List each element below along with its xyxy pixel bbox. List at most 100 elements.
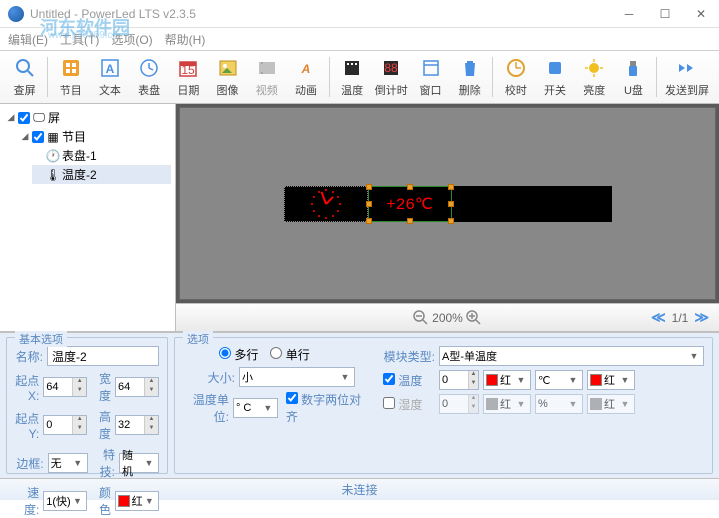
- speed-combo[interactable]: 1(快)▼: [43, 491, 87, 511]
- canvas-area: +26℃ 200% ≪ 1/1 ≫: [176, 104, 719, 331]
- temp-color2-combo[interactable]: 红▼: [587, 370, 635, 390]
- humid-unit-combo[interactable]: %▼: [535, 394, 583, 414]
- video-button[interactable]: 视频: [248, 52, 285, 102]
- find-screen-button[interactable]: 查屏: [6, 52, 43, 102]
- zoom-in-button[interactable]: [465, 309, 483, 327]
- send-button[interactable]: 发送到屏: [661, 52, 713, 102]
- effect-combo[interactable]: 随机▼: [119, 453, 159, 473]
- switch-icon: [543, 56, 567, 80]
- titlebar: Untitled - PowerLed LTS v2.3.5 河东软件园 www…: [0, 0, 719, 28]
- connection-status: 未连接: [341, 481, 377, 498]
- temp-value: +26℃: [386, 194, 433, 214]
- image-button[interactable]: 图像: [209, 52, 246, 102]
- temperature-button[interactable]: 温度: [334, 52, 371, 102]
- trash-icon: [458, 56, 482, 80]
- magnifier-icon: [13, 56, 37, 80]
- usb-icon: [621, 56, 645, 80]
- svg-text:15: 15: [182, 63, 196, 77]
- root-checkbox[interactable]: [18, 112, 30, 124]
- expander-icon[interactable]: ◢: [6, 113, 16, 123]
- watermark-url: www.pc0359.cn: [48, 30, 118, 41]
- countdown-button[interactable]: 88倒计时: [373, 52, 410, 102]
- send-icon: [675, 56, 699, 80]
- analog-clock-icon: [311, 189, 341, 219]
- properties-panel: 基本选项 名称: 起点X: ▲▼ 宽度 ▲▼ 起点Y: ▲▼ 高度 ▲▼ 边框:…: [0, 332, 719, 478]
- brightness-button[interactable]: 亮度: [576, 52, 613, 102]
- program-node-icon: ▦: [46, 131, 60, 143]
- tree-root[interactable]: ◢ 🖵 屏: [4, 108, 171, 127]
- tree-program[interactable]: ◢ ▦ 节目: [18, 127, 171, 146]
- multiline-radio[interactable]: 多行: [219, 346, 258, 363]
- app-logo-icon: [8, 6, 24, 22]
- video-icon: [255, 56, 279, 80]
- timing-icon: [504, 56, 528, 80]
- svg-text:88: 88: [385, 61, 399, 75]
- next-page-button[interactable]: ≫: [694, 309, 709, 326]
- delete-button[interactable]: 删除: [451, 52, 488, 102]
- svg-text:A: A: [301, 62, 311, 76]
- humid-color-combo[interactable]: 红▼: [483, 394, 531, 414]
- singleline-radio[interactable]: 单行: [270, 346, 309, 363]
- width-spinner[interactable]: ▲▼: [115, 377, 159, 397]
- animation-button[interactable]: A动画: [287, 52, 324, 102]
- minimize-button[interactable]: ─: [619, 4, 639, 24]
- startx-spinner[interactable]: ▲▼: [43, 377, 87, 397]
- humid-checkbox[interactable]: 湿度: [383, 396, 435, 413]
- temp-color-combo[interactable]: 红▼: [483, 370, 531, 390]
- humid-offset-spinner[interactable]: ▲▼: [439, 394, 479, 414]
- temp-unit-combo[interactable]: ℃▼: [535, 370, 583, 390]
- prev-page-button[interactable]: ≪: [651, 309, 666, 326]
- color-combo[interactable]: 红▼: [115, 491, 159, 511]
- zoom-out-button[interactable]: [412, 309, 430, 327]
- text-button[interactable]: A文本: [91, 52, 128, 102]
- countdown-icon: 88: [379, 56, 403, 80]
- temp-segment[interactable]: +26℃: [368, 186, 452, 222]
- date-button[interactable]: 15日期: [170, 52, 207, 102]
- humid-color2-combo[interactable]: 红▼: [587, 394, 635, 414]
- close-button[interactable]: ✕: [691, 4, 711, 24]
- dial-node-icon: 🕐: [46, 150, 60, 162]
- border-combo[interactable]: 无▼: [48, 453, 88, 473]
- align-digits-checkbox[interactable]: 数字两位对齐: [286, 391, 363, 425]
- zoom-level: 200%: [432, 311, 463, 325]
- module-combo[interactable]: A型-单温度▼: [439, 346, 704, 366]
- menu-help[interactable]: 帮助(H): [165, 31, 206, 48]
- canvas-view[interactable]: +26℃: [179, 107, 716, 300]
- dial-button[interactable]: 表盘: [131, 52, 168, 102]
- canvas-bottom-bar: 200% ≪ 1/1 ≫: [176, 303, 719, 331]
- tree-dial[interactable]: 🕐 表盘-1: [32, 146, 171, 165]
- program-checkbox[interactable]: [32, 131, 44, 143]
- expander-icon[interactable]: ◢: [20, 132, 30, 142]
- size-combo[interactable]: 小▼: [239, 367, 355, 387]
- page-indicator: 1/1: [672, 311, 689, 325]
- options-box: 选项 多行 单行 大小: 小▼ 温度单位: ° C▼ 数字两位对齐: [174, 337, 713, 474]
- maximize-button[interactable]: ☐: [655, 4, 675, 24]
- height-spinner[interactable]: ▲▼: [115, 415, 159, 435]
- temperature-icon: [340, 56, 364, 80]
- tree-panel: ◢ 🖵 屏 ◢ ▦ 节目 🕐 表盘-1 🌡 温度-: [0, 104, 176, 331]
- clock-segment[interactable]: [284, 186, 368, 222]
- tempunit-combo[interactable]: ° C▼: [233, 398, 278, 418]
- toolbar: 查屏 节目 A文本 表盘 15日期 图像 视频 A动画 温度 88倒计时 窗口 …: [0, 50, 719, 104]
- name-input[interactable]: [47, 346, 159, 366]
- program-icon: [59, 56, 83, 80]
- empty-segment: [452, 186, 612, 222]
- screen-icon: 🖵: [32, 112, 46, 124]
- animation-icon: A: [294, 56, 318, 80]
- tree-temp[interactable]: 🌡 温度-2: [32, 165, 171, 184]
- window-icon: [419, 56, 443, 80]
- temp-checkbox[interactable]: 温度: [383, 372, 435, 389]
- temp-offset-spinner[interactable]: ▲▼: [439, 370, 479, 390]
- sun-icon: [582, 56, 606, 80]
- switch-button[interactable]: 开关: [536, 52, 573, 102]
- basic-options-box: 基本选项 名称: 起点X: ▲▼ 宽度 ▲▼ 起点Y: ▲▼ 高度 ▲▼ 边框:…: [6, 337, 168, 474]
- starty-spinner[interactable]: ▲▼: [43, 415, 87, 435]
- clock-icon: [137, 56, 161, 80]
- window-button[interactable]: 窗口: [412, 52, 449, 102]
- temp-node-icon: 🌡: [46, 169, 60, 181]
- image-icon: [216, 56, 240, 80]
- calendar-icon: 15: [176, 56, 200, 80]
- program-button[interactable]: 节目: [52, 52, 89, 102]
- udisk-button[interactable]: U盘: [615, 52, 652, 102]
- timing-button[interactable]: 校时: [497, 52, 534, 102]
